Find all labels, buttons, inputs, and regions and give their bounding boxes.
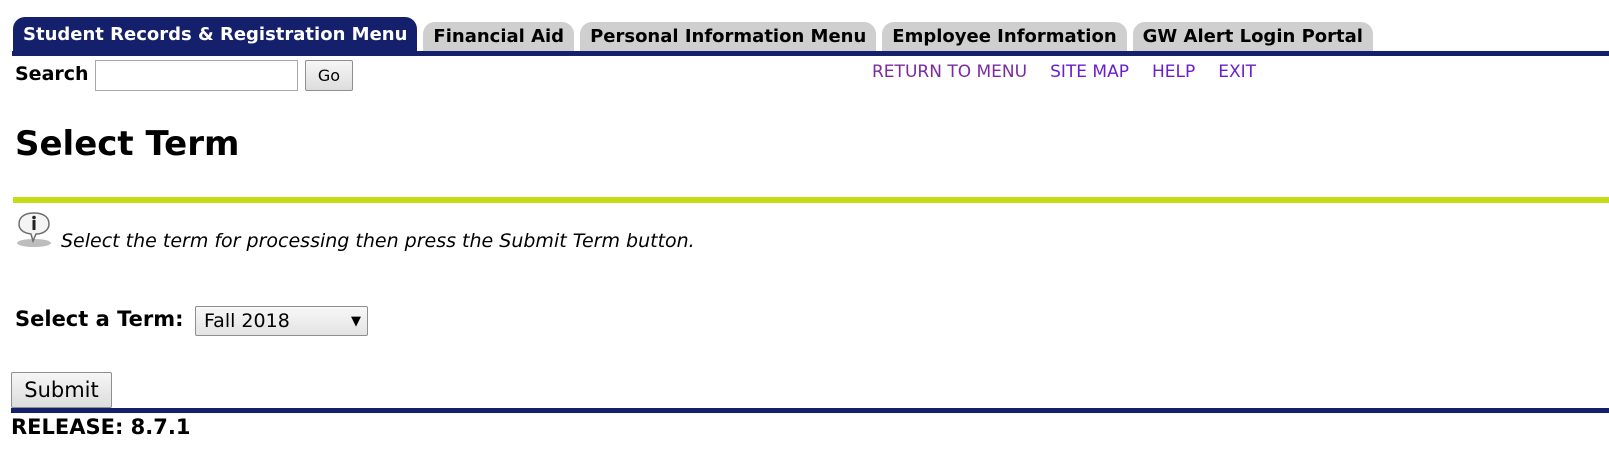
page-title: Select Term — [15, 124, 240, 164]
term-select[interactable]: Fall 2018 ▼ — [195, 306, 368, 336]
footer-divider — [11, 408, 1609, 413]
return-to-menu-link[interactable]: RETURN TO MENU — [872, 62, 1027, 82]
tab-student-records[interactable]: Student Records & Registration Menu — [13, 17, 418, 51]
top-links: RETURN TO MENU SITE MAP HELP EXIT — [872, 62, 1256, 82]
tab-bar-underline — [12, 51, 1609, 56]
title-divider — [13, 197, 1609, 203]
tab-gw-alert-login-portal[interactable]: GW Alert Login Portal — [1132, 22, 1373, 51]
term-select-value: Fall 2018 — [204, 310, 290, 332]
tab-list: Student Records & Registration Menu Fina… — [13, 17, 1379, 51]
go-button[interactable]: Go — [305, 60, 353, 91]
tab-employee-information[interactable]: Employee Information — [882, 22, 1127, 51]
submit-button[interactable]: Submit — [11, 372, 112, 408]
info-message: Select the term for processing then pres… — [61, 230, 695, 252]
release-version: RELEASE: 8.7.1 — [11, 415, 191, 439]
chevron-down-icon: ▼ — [351, 313, 361, 329]
search-input[interactable] — [95, 60, 298, 91]
help-link[interactable]: HELP — [1152, 62, 1195, 82]
search-label: Search — [15, 63, 89, 85]
page: Student Records & Registration Menu Fina… — [0, 0, 1609, 450]
site-map-link[interactable]: SITE MAP — [1050, 62, 1129, 82]
tab-bar: Student Records & Registration Menu Fina… — [0, 0, 1609, 56]
info-icon — [17, 212, 51, 247]
term-label: Select a Term: — [15, 307, 184, 331]
tab-financial-aid[interactable]: Financial Aid — [423, 22, 575, 51]
exit-link[interactable]: EXIT — [1218, 62, 1256, 82]
tab-personal-information[interactable]: Personal Information Menu — [580, 22, 877, 51]
